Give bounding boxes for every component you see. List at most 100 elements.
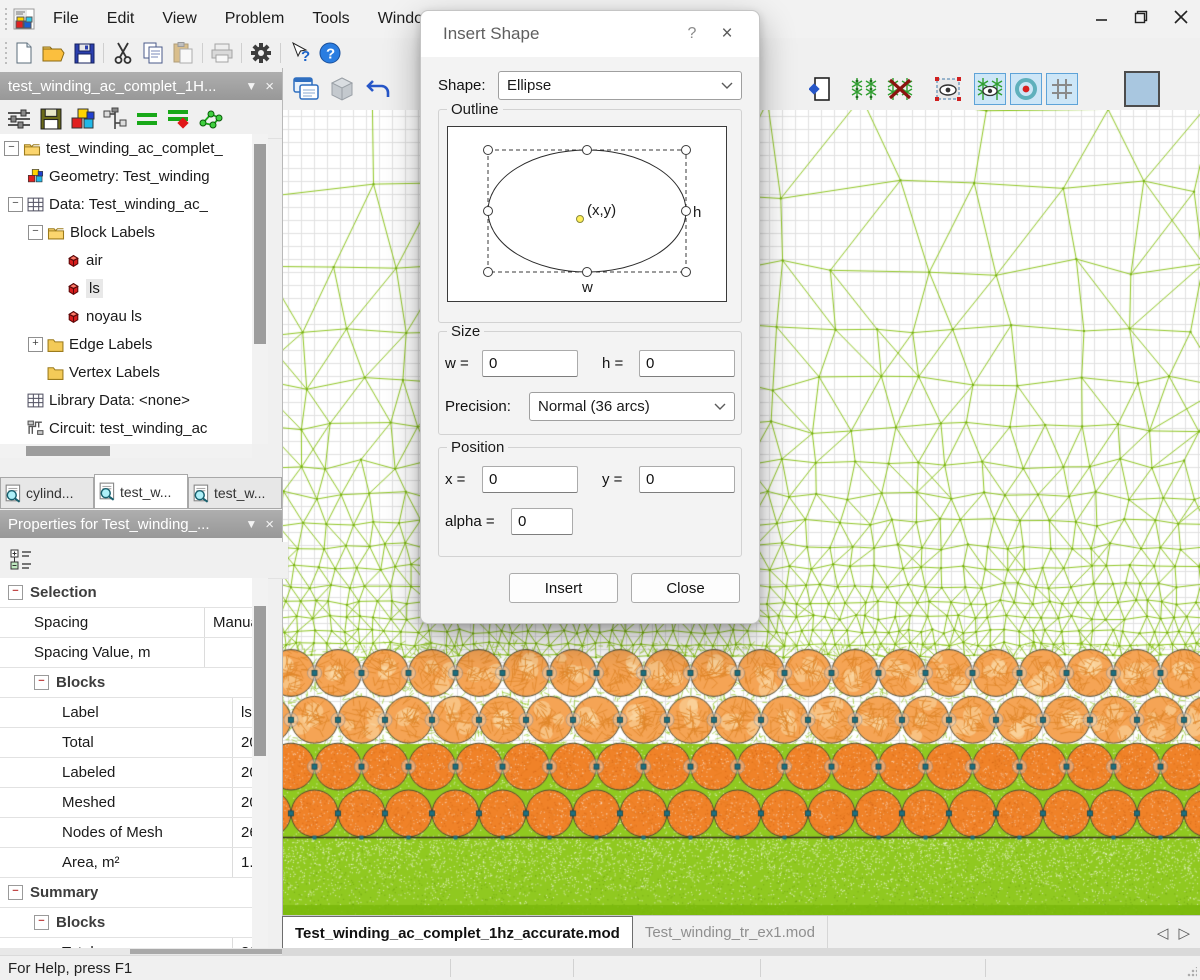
property-row[interactable]: Total200 xyxy=(0,728,252,758)
tree-item[interactable]: − Block Labels xyxy=(0,218,252,246)
mesh-delete-icon[interactable] xyxy=(884,73,916,105)
tree-horizontal-scrollbar[interactable] xyxy=(0,444,252,458)
collapse-icon[interactable]: − xyxy=(8,585,23,600)
property-grid: −Selection SpacingManual Spacing Value, … xyxy=(0,578,252,948)
precision-combobox[interactable]: Normal (36 arcs) xyxy=(529,392,735,421)
tree-item[interactable]: noyau ls xyxy=(0,302,252,330)
tree-item-selected[interactable]: ls xyxy=(0,274,252,302)
menu-problem[interactable]: Problem xyxy=(211,0,299,38)
equal-green-icon[interactable] xyxy=(132,104,162,134)
keyline-icon[interactable] xyxy=(804,73,836,105)
menu-tools[interactable]: Tools xyxy=(298,0,363,38)
tree-item[interactable]: Library Data: <none> xyxy=(0,386,252,414)
property-row[interactable]: Labeled200 xyxy=(0,758,252,788)
minimize-button[interactable] xyxy=(1088,4,1114,30)
mesh-generate-icon[interactable] xyxy=(848,73,880,105)
y-input[interactable] xyxy=(639,466,735,493)
cut-icon[interactable] xyxy=(109,40,137,66)
doc-tab-test-w-active[interactable]: test_w... xyxy=(94,474,188,508)
expand-icon[interactable]: + xyxy=(28,337,43,352)
doc-tab-test-w2[interactable]: test_w... xyxy=(188,477,282,508)
dialog-help-icon[interactable]: ? xyxy=(677,25,707,43)
tab-prev-icon[interactable]: ◁ xyxy=(1157,924,1169,942)
paste-icon[interactable] xyxy=(169,40,197,66)
resize-grip[interactable] xyxy=(1187,967,1197,977)
tree-vertical-scrollbar[interactable] xyxy=(252,134,268,444)
model-tab-active[interactable]: Test_winding_ac_complet_1hz_accurate.mod xyxy=(282,916,633,949)
collapse-icon[interactable]: − xyxy=(34,675,49,690)
menu-view[interactable]: View xyxy=(148,0,210,38)
settings-gear-icon[interactable] xyxy=(247,40,275,66)
point-target-icon[interactable] xyxy=(1010,73,1042,105)
filter-sliders-icon[interactable] xyxy=(4,104,34,134)
menu-file[interactable]: File xyxy=(39,0,93,38)
copy-icon[interactable] xyxy=(139,40,167,66)
collapse-icon[interactable]: − xyxy=(34,915,49,930)
tab-next-icon[interactable]: ▷ xyxy=(1178,924,1190,942)
restore-button[interactable] xyxy=(1128,4,1154,30)
region-visibility-icon[interactable] xyxy=(932,73,964,105)
collapse-icon[interactable]: − xyxy=(8,197,23,212)
save-icon[interactable] xyxy=(70,40,98,66)
collapse-icon[interactable]: − xyxy=(8,885,23,900)
x-input[interactable] xyxy=(482,466,578,493)
context-help-icon[interactable]: ? xyxy=(286,40,314,66)
insert-button[interactable]: Insert xyxy=(509,573,618,603)
grid-vertical-scrollbar[interactable] xyxy=(252,578,268,948)
tree-item[interactable]: air xyxy=(0,246,252,274)
grid-horizontal-scrollbar[interactable] xyxy=(130,949,282,954)
group-row[interactable]: −Blocks xyxy=(0,668,252,698)
new-document-icon[interactable] xyxy=(10,40,38,66)
h-input[interactable] xyxy=(639,350,735,377)
panel-close-icon[interactable]: × xyxy=(265,78,274,95)
group-row[interactable]: −Summary xyxy=(0,878,252,908)
property-row[interactable]: Area, m²1.570... xyxy=(0,848,252,878)
tree-item[interactable]: − test_winding_ac_complet_ xyxy=(0,134,252,162)
print-icon[interactable] xyxy=(208,40,236,66)
close-window-button[interactable] xyxy=(1168,4,1194,30)
save-project-icon[interactable] xyxy=(36,104,66,134)
property-row[interactable]: Meshed200 xyxy=(0,788,252,818)
tree-item[interactable]: Geometry: Test_winding xyxy=(0,162,252,190)
branch-connect-icon[interactable] xyxy=(100,104,130,134)
cube-icon[interactable] xyxy=(326,73,358,105)
doc-tab-cylind[interactable]: cylind... xyxy=(0,477,94,508)
dialog-title-bar[interactable]: Insert Shape ? × xyxy=(421,11,759,57)
property-row[interactable]: Total398 xyxy=(0,938,252,948)
tree-item[interactable]: Vertex Labels xyxy=(0,358,252,386)
alpha-input[interactable] xyxy=(511,508,573,535)
shape-combobox[interactable]: Ellipse xyxy=(498,71,742,100)
group-row[interactable]: −Selection xyxy=(0,578,252,608)
window-properties-icon[interactable] xyxy=(290,73,322,105)
collapse-icon[interactable]: − xyxy=(4,141,19,156)
dialog-close-icon[interactable]: × xyxy=(707,23,747,45)
mesh-visibility-icon[interactable] xyxy=(974,73,1006,105)
model-tab-inactive[interactable]: Test_winding_tr_ex1.mod xyxy=(633,916,828,949)
help-icon[interactable]: ? xyxy=(316,40,344,66)
panel-menu-icon[interactable]: ▼ xyxy=(245,79,257,93)
collapse-icon[interactable]: − xyxy=(28,225,43,240)
category-view-icon[interactable] xyxy=(6,545,36,575)
tree-item[interactable]: + Edge Labels xyxy=(0,330,252,358)
w-input[interactable] xyxy=(482,350,578,377)
panel-close-icon[interactable]: × xyxy=(265,516,274,533)
tree-item[interactable]: Circuit: test_winding_ac xyxy=(0,414,252,442)
property-row[interactable]: Nodes of Mesh26165 xyxy=(0,818,252,848)
property-row[interactable]: Labells xyxy=(0,698,252,728)
property-row[interactable]: SpacingManual xyxy=(0,608,252,638)
grid-icon[interactable] xyxy=(1046,73,1078,105)
geometry-blocks-icon[interactable] xyxy=(68,104,98,134)
close-button[interactable]: Close xyxy=(631,573,740,603)
toolbar-grip[interactable] xyxy=(3,42,9,64)
panel-menu-icon[interactable]: ▼ xyxy=(245,517,257,531)
equal-red-diamond-icon[interactable] xyxy=(164,104,194,134)
undo-icon[interactable] xyxy=(362,73,394,105)
group-row[interactable]: −Blocks xyxy=(0,908,252,938)
property-row[interactable]: Spacing Value, m xyxy=(0,638,252,668)
tree-item[interactable]: − Data: Test_winding_ac_ xyxy=(0,190,252,218)
menu-edit[interactable]: Edit xyxy=(93,0,149,38)
open-folder-icon[interactable] xyxy=(40,40,68,66)
color-swatch[interactable] xyxy=(1124,71,1160,107)
node-links-icon[interactable] xyxy=(196,104,226,134)
toolbar-grip[interactable] xyxy=(3,8,9,30)
